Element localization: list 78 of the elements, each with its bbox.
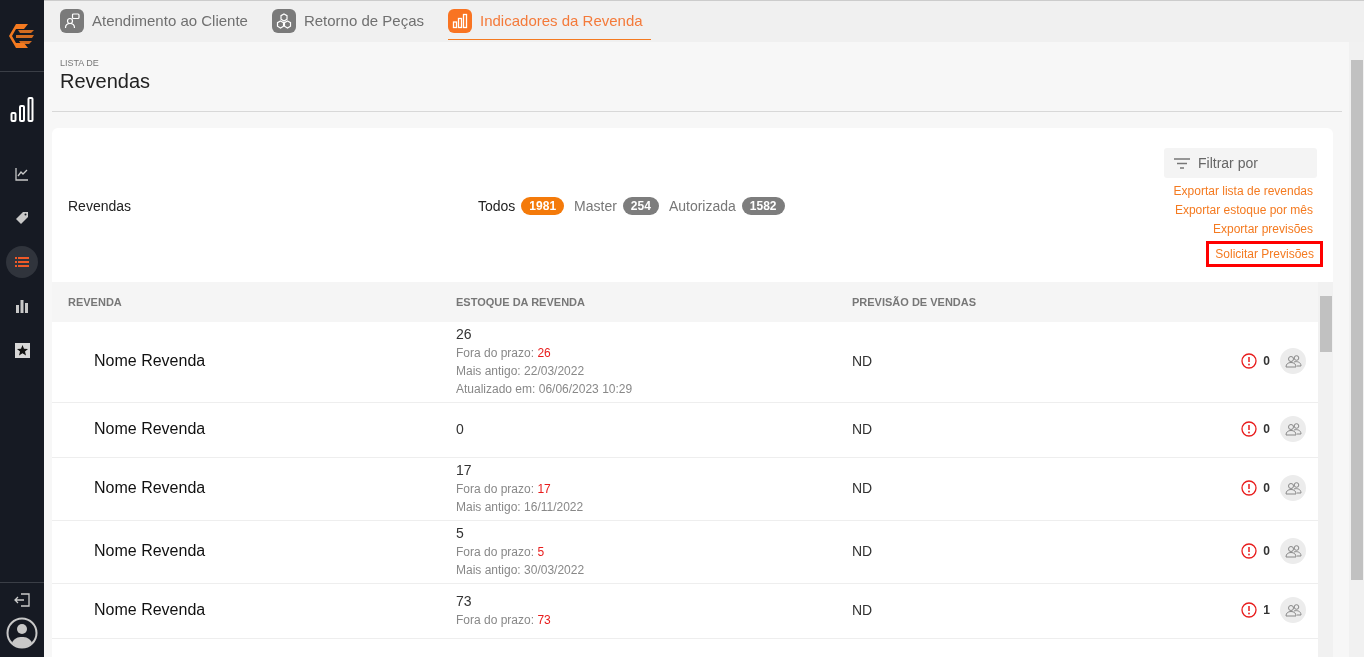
- filter-icon: [1174, 158, 1190, 169]
- alert-icon: [1241, 543, 1258, 559]
- tag-icon: [15, 211, 29, 225]
- stock-detail: Fora do prazo: 73: [456, 613, 552, 627]
- nav-tab[interactable]: Retorno de Peças: [271, 1, 432, 42]
- stock-detail: Atualizado em: 06/06/2023 10:29: [456, 382, 634, 396]
- column-header: REVENDA: [68, 296, 123, 308]
- stock-count: 0: [456, 421, 465, 437]
- export-link[interactable]: Exportar lista de revendas: [1169, 184, 1317, 198]
- forecast-value: ND: [852, 480, 874, 496]
- bar-chart-icon: [452, 12, 468, 29]
- export-link[interactable]: Exportar previsões: [1208, 222, 1317, 236]
- stock-count: 17: [456, 462, 473, 478]
- users-icon: [1284, 422, 1302, 436]
- boxes-icon: [275, 12, 292, 29]
- stock-count: 73: [456, 593, 473, 609]
- list-icon: [15, 256, 29, 268]
- stock-detail: Mais antigo: 22/03/2022: [456, 364, 586, 378]
- alert-icon: [1241, 602, 1258, 618]
- page-title: Revendas: [60, 70, 152, 93]
- forecast-value: ND: [852, 421, 874, 437]
- forecast-value: ND: [852, 353, 874, 369]
- alert-count: 0: [1263, 544, 1270, 558]
- column-header: ESTOQUE DA REVENDA: [456, 296, 586, 308]
- dealer-name: Nome Revenda: [93, 420, 207, 438]
- users-icon: [1284, 603, 1302, 617]
- alert-icon: [1241, 480, 1258, 496]
- count-badge: 1981: [521, 197, 565, 215]
- users-icon: [1284, 544, 1302, 558]
- person-chat-icon: [64, 12, 80, 29]
- users-button[interactable]: [1280, 597, 1306, 623]
- dealer-name: Nome Revenda: [93, 601, 207, 619]
- users-button[interactable]: [1280, 416, 1306, 442]
- page-scrollbar[interactable]: [1349, 42, 1364, 657]
- bar-chart-icon: [15, 299, 29, 313]
- stock-detail: Fora do prazo: 5: [456, 545, 546, 559]
- alert-icon: [1241, 353, 1258, 369]
- user-avatar-icon[interactable]: [6, 617, 38, 649]
- column-header: PREVISÃO DE VENDAS: [852, 296, 978, 308]
- count-badge: 254: [622, 197, 659, 215]
- stock-count: 26: [456, 326, 473, 342]
- users-button[interactable]: [1280, 538, 1306, 564]
- stock-count: 5: [456, 525, 465, 541]
- logo-icon: [7, 21, 37, 50]
- dealer-name: Nome Revenda: [93, 479, 207, 497]
- stock-detail: Mais antigo: 30/03/2022: [456, 563, 586, 577]
- page-overline: LISTA DE: [60, 58, 100, 68]
- card-title: Revendas: [68, 198, 133, 214]
- nav-tab[interactable]: Indicadores da Revenda: [448, 1, 651, 42]
- filter-tab[interactable]: Autorizada 1582: [668, 197, 785, 215]
- logout-icon[interactable]: [14, 593, 30, 607]
- count-badge: 1582: [741, 197, 785, 215]
- star-icon: [14, 342, 30, 358]
- forecast-value: ND: [852, 543, 874, 559]
- scrollbar[interactable]: [1318, 282, 1333, 657]
- dealer-name: Nome Revenda: [93, 352, 207, 370]
- stock-detail: Mais antigo: 16/11/2022: [456, 500, 585, 514]
- users-icon: [1284, 481, 1302, 495]
- stock-detail: Fora do prazo: 17: [456, 482, 552, 496]
- export-link[interactable]: Exportar estoque por mês: [1170, 203, 1317, 217]
- filter-field[interactable]: Filtrar por: [1164, 148, 1317, 178]
- alert-icon: [1241, 421, 1258, 437]
- nav-tab[interactable]: Atendimento ao Cliente: [60, 1, 256, 42]
- bar-chart-icon: [10, 96, 34, 122]
- alert-count: 1: [1263, 603, 1270, 617]
- users-button[interactable]: [1280, 475, 1306, 501]
- users-button[interactable]: [1280, 348, 1306, 374]
- forecast-value: ND: [852, 602, 874, 618]
- alert-count: 0: [1263, 422, 1270, 436]
- line-chart-icon: [15, 167, 29, 181]
- filter-tab[interactable]: Todos 1981: [478, 197, 565, 215]
- users-icon: [1284, 354, 1302, 368]
- dealer-name: Nome Revenda: [93, 542, 207, 560]
- filter-tab[interactable]: Master 254: [574, 197, 659, 215]
- export-link[interactable]: Solicitar Previsões: [1206, 241, 1323, 267]
- alert-count: 0: [1263, 354, 1270, 368]
- stock-detail: Fora do prazo: 26: [456, 346, 552, 360]
- alert-count: 0: [1263, 481, 1270, 495]
